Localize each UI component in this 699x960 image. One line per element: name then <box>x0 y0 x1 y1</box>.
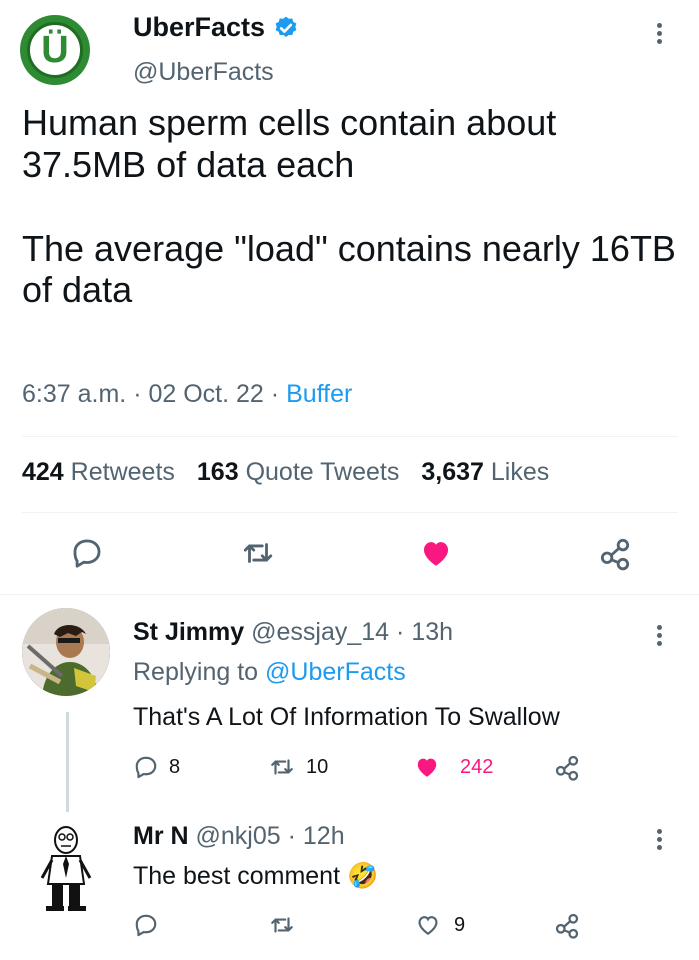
verified-badge-icon <box>275 16 297 37</box>
reply-text: That's A Lot Of Information To Swallow <box>133 703 560 731</box>
reply-age[interactable]: 12h <box>303 822 345 850</box>
meta-separator: · <box>133 380 142 408</box>
replying-to-handle[interactable]: @UberFacts <box>265 658 406 686</box>
reply-display-name[interactable]: St Jimmy <box>133 618 244 646</box>
reply-handle[interactable]: @essjay_14 <box>251 618 389 646</box>
retweet-icon <box>271 759 293 775</box>
tweet-meta: 6:37 a.m. · 02 Oct. 22 · Buffer <box>22 380 352 409</box>
reply-retweet-button[interactable]: 10 <box>268 754 328 780</box>
tweet-paragraph-2: The average "load" contains nearly 16TB … <box>22 227 676 311</box>
reply-icon[interactable] <box>133 912 159 938</box>
likes-label: Likes <box>490 458 550 486</box>
retweets-count: 424 <box>22 458 64 486</box>
reply-header: Mr N @nkj05 · 12h <box>133 822 345 851</box>
share-icon[interactable] <box>552 752 582 782</box>
tweet-actions <box>0 530 699 574</box>
author-display-name[interactable]: UberFacts <box>133 12 299 43</box>
reply-count: 8 <box>169 755 181 778</box>
retweet-count: 10 <box>306 755 329 778</box>
meta-separator: · <box>270 380 280 408</box>
tweet-paragraph-1: Human sperm cells contain about 37.5MB o… <box>22 102 557 185</box>
replying-to: Replying to @UberFacts <box>133 658 406 687</box>
reply-icon <box>135 756 157 779</box>
tweet-date[interactable]: 02 Oct. 22 <box>148 380 263 408</box>
rofl-emoji-icon: 🤣 <box>346 862 379 890</box>
reply-text: The best comment 🤣 <box>133 862 378 891</box>
quote-tweets-count: 163 <box>196 458 239 486</box>
meta-separator: · <box>287 822 296 850</box>
reply-header: St Jimmy @essjay_14 · 13h <box>133 618 453 647</box>
reply-avatar[interactable] <box>22 608 110 696</box>
tweet-text: Human sperm cells contain about 37.5MB o… <box>22 102 682 311</box>
retweets-label: Retweets <box>70 458 175 486</box>
reply-reply-button[interactable]: 8 <box>133 754 180 780</box>
uberfacts-logo: Ü <box>27 22 83 78</box>
more-options-icon[interactable] <box>655 20 663 47</box>
reply-like-button[interactable]: 242 <box>412 754 493 780</box>
retweet-icon[interactable] <box>268 912 296 938</box>
avatar[interactable]: Ü <box>20 15 90 85</box>
display-name-text: UberFacts <box>133 12 266 42</box>
divider <box>22 436 678 437</box>
likes-count: 3,637 <box>421 458 484 486</box>
reply-like-button[interactable]: 9 <box>414 912 465 938</box>
likes-stat[interactable]: 3,637 Likes <box>421 458 549 487</box>
divider <box>0 594 699 595</box>
thread-line <box>66 712 69 812</box>
share-icon[interactable] <box>596 534 634 572</box>
like-filled-icon <box>417 758 437 777</box>
quote-tweets-label: Quote Tweets <box>245 458 400 486</box>
author-handle[interactable]: @UberFacts <box>133 58 274 87</box>
divider <box>22 512 678 513</box>
share-icon[interactable] <box>552 910 582 940</box>
reply-handle[interactable]: @nkj05 <box>196 822 281 850</box>
reply-icon[interactable] <box>70 536 104 570</box>
reply-display-name[interactable]: Mr N <box>133 822 189 850</box>
like-outline-icon <box>418 916 438 935</box>
reply-text-content: The best comment <box>133 862 341 890</box>
avatar-image <box>22 608 110 696</box>
tweet-time[interactable]: 6:37 a.m. <box>22 380 126 408</box>
retweets-stat[interactable]: 424 Retweets <box>22 458 175 487</box>
reply-age[interactable]: 13h <box>411 618 453 646</box>
reply-avatar[interactable] <box>22 820 110 916</box>
more-options-icon[interactable] <box>655 622 663 649</box>
like-count: 242 <box>460 755 494 778</box>
quote-tweets-stat[interactable]: 163 Quote Tweets <box>197 458 399 487</box>
like-filled-icon[interactable] <box>418 536 454 570</box>
engagement-stats: 424 Retweets 163 Quote Tweets 3,637 Like… <box>22 458 549 487</box>
tweet-source[interactable]: Buffer <box>286 380 352 408</box>
more-options-icon[interactable] <box>655 826 663 853</box>
retweet-icon[interactable] <box>240 536 276 570</box>
like-count: 9 <box>454 913 466 936</box>
meta-separator: · <box>396 618 405 646</box>
avatar-image <box>22 820 110 916</box>
replying-to-prefix: Replying to <box>133 658 259 686</box>
